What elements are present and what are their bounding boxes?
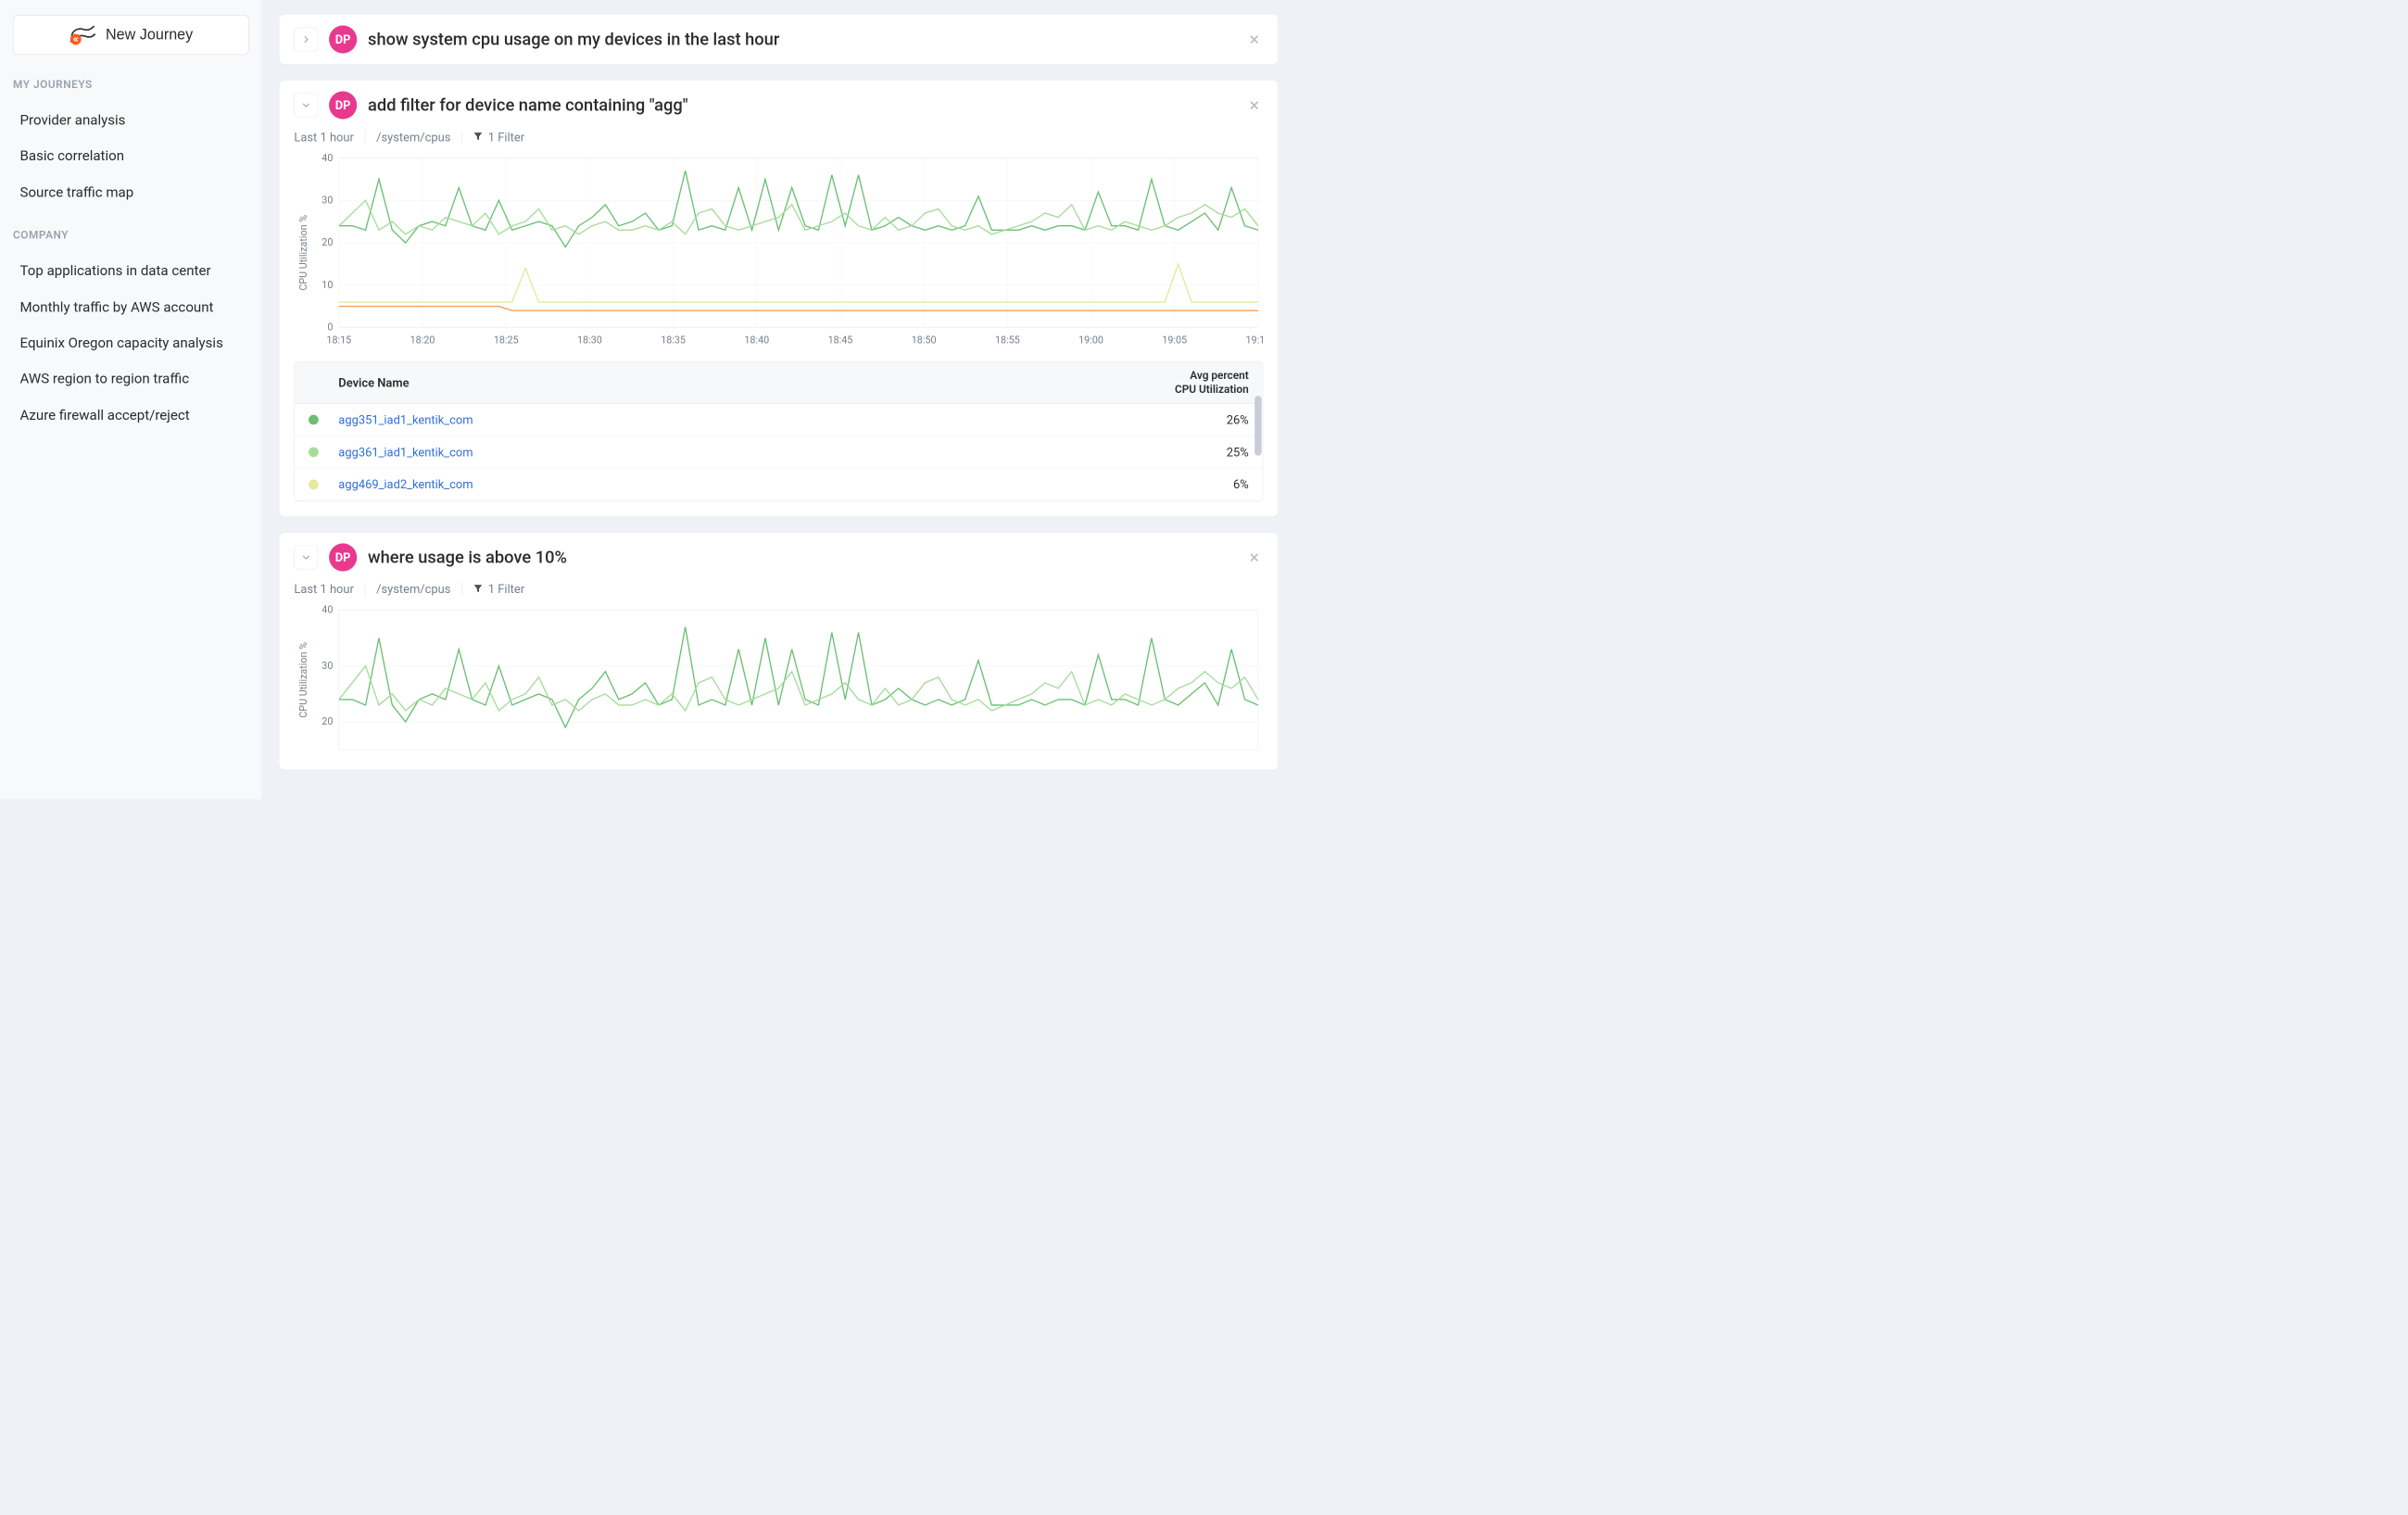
svg-text:18:25: 18:25 <box>494 335 519 347</box>
svg-text:18:20: 18:20 <box>410 335 435 347</box>
device-link[interactable]: agg351_iad1_kentik_com <box>338 412 1099 426</box>
svg-text:30: 30 <box>321 660 333 672</box>
chevron-down-icon <box>302 101 310 109</box>
avatar: DP <box>329 543 357 571</box>
close-button[interactable]: × <box>1245 547 1263 569</box>
svg-text:40: 40 <box>321 605 333 616</box>
new-journey-button[interactable]: New Journey <box>13 15 248 55</box>
table-header: Device Name Avg percent CPU Utilization <box>295 362 1263 404</box>
filter-icon <box>473 582 484 596</box>
metric-path[interactable]: /system/cpus <box>365 130 461 144</box>
sidebar-item[interactable]: Monthly traffic by AWS account <box>13 289 248 325</box>
sidebar-item[interactable]: AWS region to region traffic <box>13 361 248 398</box>
svg-text:19:10: 19:10 <box>1246 335 1264 347</box>
filter-label: 1 Filter <box>488 582 524 596</box>
metric-path[interactable]: /system/cpus <box>365 582 461 596</box>
filter-icon <box>473 130 484 144</box>
metric-value: 25% <box>1099 445 1248 459</box>
query-card: DP where usage is above 10% × Last 1 hou… <box>279 532 1279 770</box>
sidebar-item[interactable]: Equinix Oregon capacity analysis <box>13 325 248 361</box>
query-text: add filter for device name containing "a… <box>368 95 1234 116</box>
svg-text:18:15: 18:15 <box>326 335 351 347</box>
close-button[interactable]: × <box>1245 95 1263 117</box>
sidebar-item[interactable]: Top applications in data center <box>13 253 248 289</box>
table-row[interactable]: agg469_iad2_kentik_com 6% <box>295 469 1263 501</box>
device-link[interactable]: agg469_iad2_kentik_com <box>338 477 1099 491</box>
series-dot-icon <box>309 480 319 490</box>
scrollbar-thumb[interactable] <box>1254 396 1262 456</box>
sidebar: New Journey MY JOURNEYS Provider analysi… <box>0 0 261 799</box>
device-link[interactable]: agg361_iad1_kentik_com <box>338 445 1099 459</box>
chart: CPU Utilization % 20 30 40 <box>294 605 1263 754</box>
svg-text:18:55: 18:55 <box>995 335 1020 347</box>
main-content: DP show system cpu usage on my devices i… <box>261 0 1295 799</box>
meta-bar: Last 1 hour /system/cpus 1 Filter <box>294 130 1263 144</box>
sidebar-item[interactable]: Basic correlation <box>13 138 248 174</box>
metric-value: 26% <box>1099 412 1248 426</box>
chevron-down-icon <box>302 553 310 562</box>
close-button[interactable]: × <box>1245 29 1263 51</box>
svg-text:18:50: 18:50 <box>912 335 937 347</box>
close-icon: × <box>1250 29 1259 50</box>
series-dot-icon <box>309 448 319 458</box>
section-label-company: COMPANY <box>13 230 248 242</box>
y-axis-title: CPU Utilization % <box>294 153 309 352</box>
close-icon: × <box>1250 95 1259 116</box>
metric-value: 6% <box>1099 477 1248 491</box>
svg-text:18:45: 18:45 <box>828 335 853 347</box>
expand-button[interactable] <box>294 28 318 52</box>
meta-bar: Last 1 hour /system/cpus 1 Filter <box>294 582 1263 596</box>
svg-text:19:05: 19:05 <box>1162 335 1187 347</box>
filter-chip[interactable]: 1 Filter <box>462 130 536 144</box>
collapse-button[interactable] <box>294 94 318 118</box>
svg-text:0: 0 <box>327 322 333 334</box>
chart-svg[interactable]: 0 10 20 30 40 18:15 18:20 18:25 18:30 18:35 18:40 1… <box>309 153 1264 352</box>
svg-text:18:40: 18:40 <box>744 335 769 347</box>
svg-text:40: 40 <box>321 153 333 164</box>
series-dot-icon <box>309 415 319 425</box>
collapse-button[interactable] <box>294 546 318 570</box>
chart-svg[interactable]: 20 30 40 <box>309 605 1264 754</box>
sidebar-item[interactable]: Azure firewall accept/reject <box>13 398 248 434</box>
query-card: DP add filter for device name containing… <box>279 80 1279 517</box>
chart: CPU Utilization % 0 10 20 30 40 18:15 18:20 18:… <box>294 153 1263 352</box>
query-text: where usage is above 10% <box>368 548 1234 568</box>
avatar: DP <box>329 25 357 53</box>
section-label-my-journeys: MY JOURNEYS <box>13 79 248 91</box>
new-journey-label: New Journey <box>106 27 193 44</box>
time-range[interactable]: Last 1 hour <box>294 582 365 596</box>
col-device-name: Device Name <box>338 375 1099 389</box>
table-row[interactable]: agg351_iad1_kentik_com 26% <box>295 404 1263 436</box>
filter-label: 1 Filter <box>488 130 524 144</box>
sidebar-item[interactable]: Source traffic map <box>13 174 248 210</box>
table-row[interactable]: agg361_iad1_kentik_com 25% <box>295 436 1263 469</box>
svg-text:18:35: 18:35 <box>661 335 686 347</box>
filter-chip[interactable]: 1 Filter <box>462 582 536 596</box>
y-axis-title: CPU Utilization % <box>294 605 309 754</box>
svg-text:10: 10 <box>321 279 333 291</box>
svg-text:18:30: 18:30 <box>577 335 602 347</box>
svg-text:30: 30 <box>321 195 333 207</box>
col-metric: Avg percent CPU Utilization <box>1099 369 1248 397</box>
svg-text:20: 20 <box>321 236 333 248</box>
device-table: Device Name Avg percent CPU Utilization … <box>294 361 1263 501</box>
query-text: show system cpu usage on my devices in t… <box>368 30 1234 50</box>
sidebar-item[interactable]: Provider analysis <box>13 102 248 138</box>
chevron-right-icon <box>302 35 310 44</box>
close-icon: × <box>1250 547 1259 568</box>
journey-icon <box>69 24 96 45</box>
avatar: DP <box>329 91 357 119</box>
time-range[interactable]: Last 1 hour <box>294 130 365 144</box>
query-card: DP show system cpu usage on my devices i… <box>279 14 1279 65</box>
svg-text:19:00: 19:00 <box>1078 335 1103 347</box>
company-list: Top applications in data center Monthly … <box>13 253 248 434</box>
svg-text:20: 20 <box>321 715 333 727</box>
my-journeys-list: Provider analysis Basic correlation Sour… <box>13 102 248 210</box>
